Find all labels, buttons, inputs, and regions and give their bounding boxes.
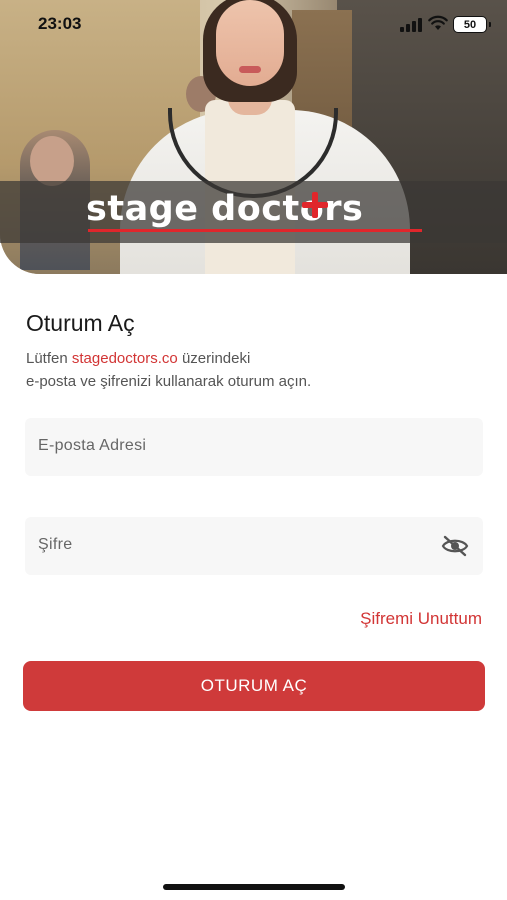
login-button[interactable]: OTURUM AÇ <box>23 661 485 711</box>
forgot-password-link[interactable]: Şifremi Unuttum <box>360 609 482 629</box>
signal-icon <box>400 18 422 32</box>
logo-underline <box>88 229 422 232</box>
password-field[interactable]: Şifre <box>25 517 483 575</box>
email-field[interactable]: E-posta Adresi <box>25 418 483 476</box>
logo-cross-icon <box>302 192 328 218</box>
eye-off-icon[interactable] <box>441 535 469 557</box>
email-placeholder: E-posta Adresi <box>38 437 147 454</box>
password-placeholder: Şifre <box>38 536 73 553</box>
app-logo: stage doctors <box>86 186 426 232</box>
status-bar: 23:03 50 <box>0 0 507 50</box>
login-instructions: Lütfen stagedoctors.co üzerindeki e-post… <box>26 347 486 393</box>
home-indicator[interactable] <box>163 884 345 890</box>
subtitle-prefix: Lütfen <box>26 350 72 367</box>
page-title: Oturum Aç <box>26 310 135 336</box>
subtitle-suffix: üzerindeki <box>177 350 251 367</box>
subtitle-line2: e-posta ve şifrenizi kullanarak oturum a… <box>26 373 312 390</box>
doctor-lips <box>239 66 261 73</box>
battery-icon: 50 <box>453 16 491 33</box>
background-person-head <box>30 136 74 186</box>
status-time: 23:03 <box>38 14 82 33</box>
wifi-icon <box>428 15 448 30</box>
site-link[interactable]: stagedoctors.co <box>72 350 178 367</box>
